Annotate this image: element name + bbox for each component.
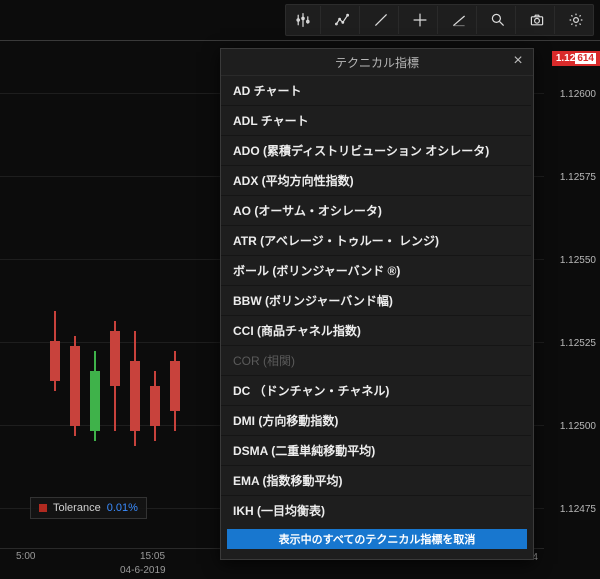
panel-footer: 表示中のすべてのテクニカル指標を取消 <box>221 525 533 559</box>
panel-title: テクニカル指標 <box>335 54 419 71</box>
studies-icon[interactable] <box>325 6 360 34</box>
x-label: 15:05 <box>140 551 165 562</box>
indicators-list[interactable]: AD チャートADL チャートADO (累積ディストリビューション オシレータ)… <box>221 76 533 525</box>
indicator-item: COR (相関) <box>221 346 531 376</box>
panel-header: テクニカル指標 × <box>221 49 533 76</box>
line-tool-icon[interactable] <box>364 6 399 34</box>
y-label: 1.12525 <box>560 338 596 349</box>
indicators-icon[interactable] <box>286 6 321 34</box>
settings-icon[interactable] <box>559 6 593 34</box>
y-label: 1.12575 <box>560 172 596 183</box>
indicator-item[interactable]: ADX (平均方向性指数) <box>221 166 531 196</box>
tolerance-label: Tolerance <box>53 502 101 514</box>
chart-toolbar <box>285 4 594 36</box>
close-icon[interactable]: × <box>509 52 527 70</box>
indicator-item[interactable]: ATR (アベレージ・トゥルー・ レンジ) <box>221 226 531 256</box>
y-label: 1.12475 <box>560 504 596 515</box>
indicator-item[interactable]: IKH (一目均衡表) <box>221 496 531 525</box>
tolerance-swatch <box>39 504 47 512</box>
indicator-item[interactable]: CCI (商品チャネル指数) <box>221 316 531 346</box>
indicator-item[interactable]: BBW (ボリンジャーバンド幅) <box>221 286 531 316</box>
indicator-item[interactable]: EMA (指数移動平均) <box>221 466 531 496</box>
indicator-item[interactable]: ADL チャート <box>221 106 531 136</box>
tolerance-box[interactable]: Tolerance 0.01% <box>30 497 147 519</box>
indicator-item[interactable]: AD チャート <box>221 76 531 106</box>
indicator-item[interactable]: DMI (方向移動指数) <box>221 406 531 436</box>
y-label: 1.12550 <box>560 255 596 266</box>
price-main: 1.12 <box>556 53 575 64</box>
y-axis: 1.12614 1.12600 1.12575 1.12550 1.12525 … <box>544 40 600 549</box>
crosshair-icon[interactable] <box>403 6 438 34</box>
indicator-item[interactable]: ボール (ボリンジャーバンド ®) <box>221 256 531 286</box>
y-label: 1.12500 <box>560 421 596 432</box>
zoom-icon[interactable] <box>481 6 516 34</box>
indicators-panel: テクニカル指標 × AD チャートADL チャートADO (累積ディストリビュー… <box>220 48 534 560</box>
indicator-item[interactable]: DSMA (二重単純移動平均) <box>221 436 531 466</box>
indicator-item[interactable]: ADO (累積ディストリビューション オシレータ) <box>221 136 531 166</box>
camera-icon[interactable] <box>520 6 555 34</box>
indicator-item[interactable]: AO (オーサム・オシレータ) <box>221 196 531 226</box>
tolerance-value: 0.01% <box>107 502 138 514</box>
x-date: 04-6-2019 <box>120 565 166 576</box>
current-price-tag: 1.12614 <box>552 51 600 66</box>
y-label: 1.12600 <box>560 89 596 100</box>
indicator-item[interactable]: DC （ドンチャン・チャネル) <box>221 376 531 406</box>
remove-all-indicators-button[interactable]: 表示中のすべてのテクニカル指標を取消 <box>227 529 527 549</box>
x-label: 5:00 <box>16 551 35 562</box>
price-suffix: 614 <box>575 53 596 64</box>
trend-line-icon[interactable] <box>442 6 477 34</box>
